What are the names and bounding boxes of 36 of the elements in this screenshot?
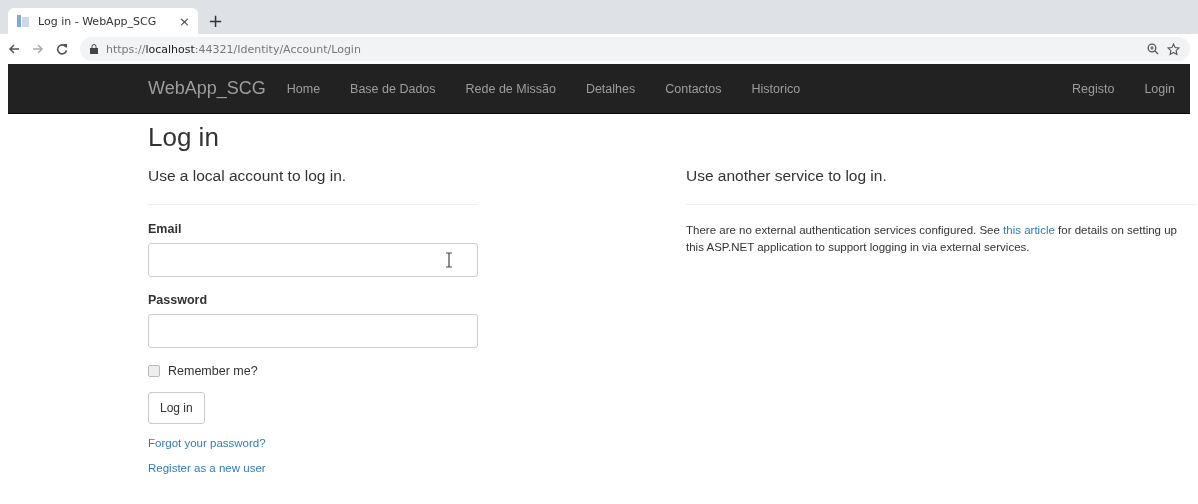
login-button[interactable]: Log in	[148, 392, 205, 424]
page-icon	[16, 14, 30, 28]
info-paragraph: There are no external authentication services configured. See this article for details on setting up this ASP.NET application to support logging in via external services.	[686, 223, 1178, 255]
url-text: https://localhost:44321/Identity/Account/Login	[106, 42, 361, 56]
page-title: Log in	[148, 122, 220, 153]
back-icon[interactable]	[8, 43, 20, 55]
browser-tab[interactable]: Log in - WebApp_SCG ×	[8, 8, 198, 34]
text-cursor-icon	[445, 252, 453, 268]
checkbox-label: Remember me?	[168, 364, 258, 378]
nav-link[interactable]: Rede de Missão	[450, 81, 571, 96]
lock-icon	[90, 44, 98, 54]
section-heading: Use another service to log in.	[686, 167, 888, 185]
remember-checkbox[interactable]	[148, 365, 160, 377]
tab-close-button[interactable]: ×	[179, 13, 190, 29]
nav-link[interactable]: Home	[271, 81, 336, 96]
reload-icon[interactable]	[56, 43, 68, 55]
field-label: Email	[148, 222, 183, 236]
account-link[interactable]: Forgot your password?	[148, 437, 266, 449]
star-icon[interactable]	[1167, 42, 1180, 56]
brand-link[interactable]: WebApp_SCG	[148, 78, 266, 99]
tab-title: Log in - WebApp_SCG	[38, 14, 158, 28]
section-heading: Use a local account to log in.	[148, 167, 348, 185]
new-tab-button[interactable]: +	[208, 11, 224, 31]
nav-link[interactable]: Base de Dados	[335, 81, 451, 96]
nav-link[interactable]: Historico	[736, 81, 816, 96]
nav-link[interactable]: Detalhes	[570, 81, 651, 96]
article-link[interactable]: this article	[1003, 224, 1055, 236]
nav-link[interactable]: Contactos	[650, 81, 737, 96]
zoom-icon[interactable]	[1147, 43, 1159, 55]
nav-link[interactable]: Registo	[1057, 81, 1130, 96]
account-link[interactable]: Register as a new user	[148, 462, 266, 474]
email-field[interactable]	[148, 243, 478, 277]
nav-link[interactable]: Login	[1129, 81, 1190, 96]
address-bar[interactable]: https://localhost:44321/Identity/Account/Login	[80, 37, 1190, 61]
password-field[interactable]	[148, 314, 478, 348]
field-label: Password	[148, 293, 209, 307]
